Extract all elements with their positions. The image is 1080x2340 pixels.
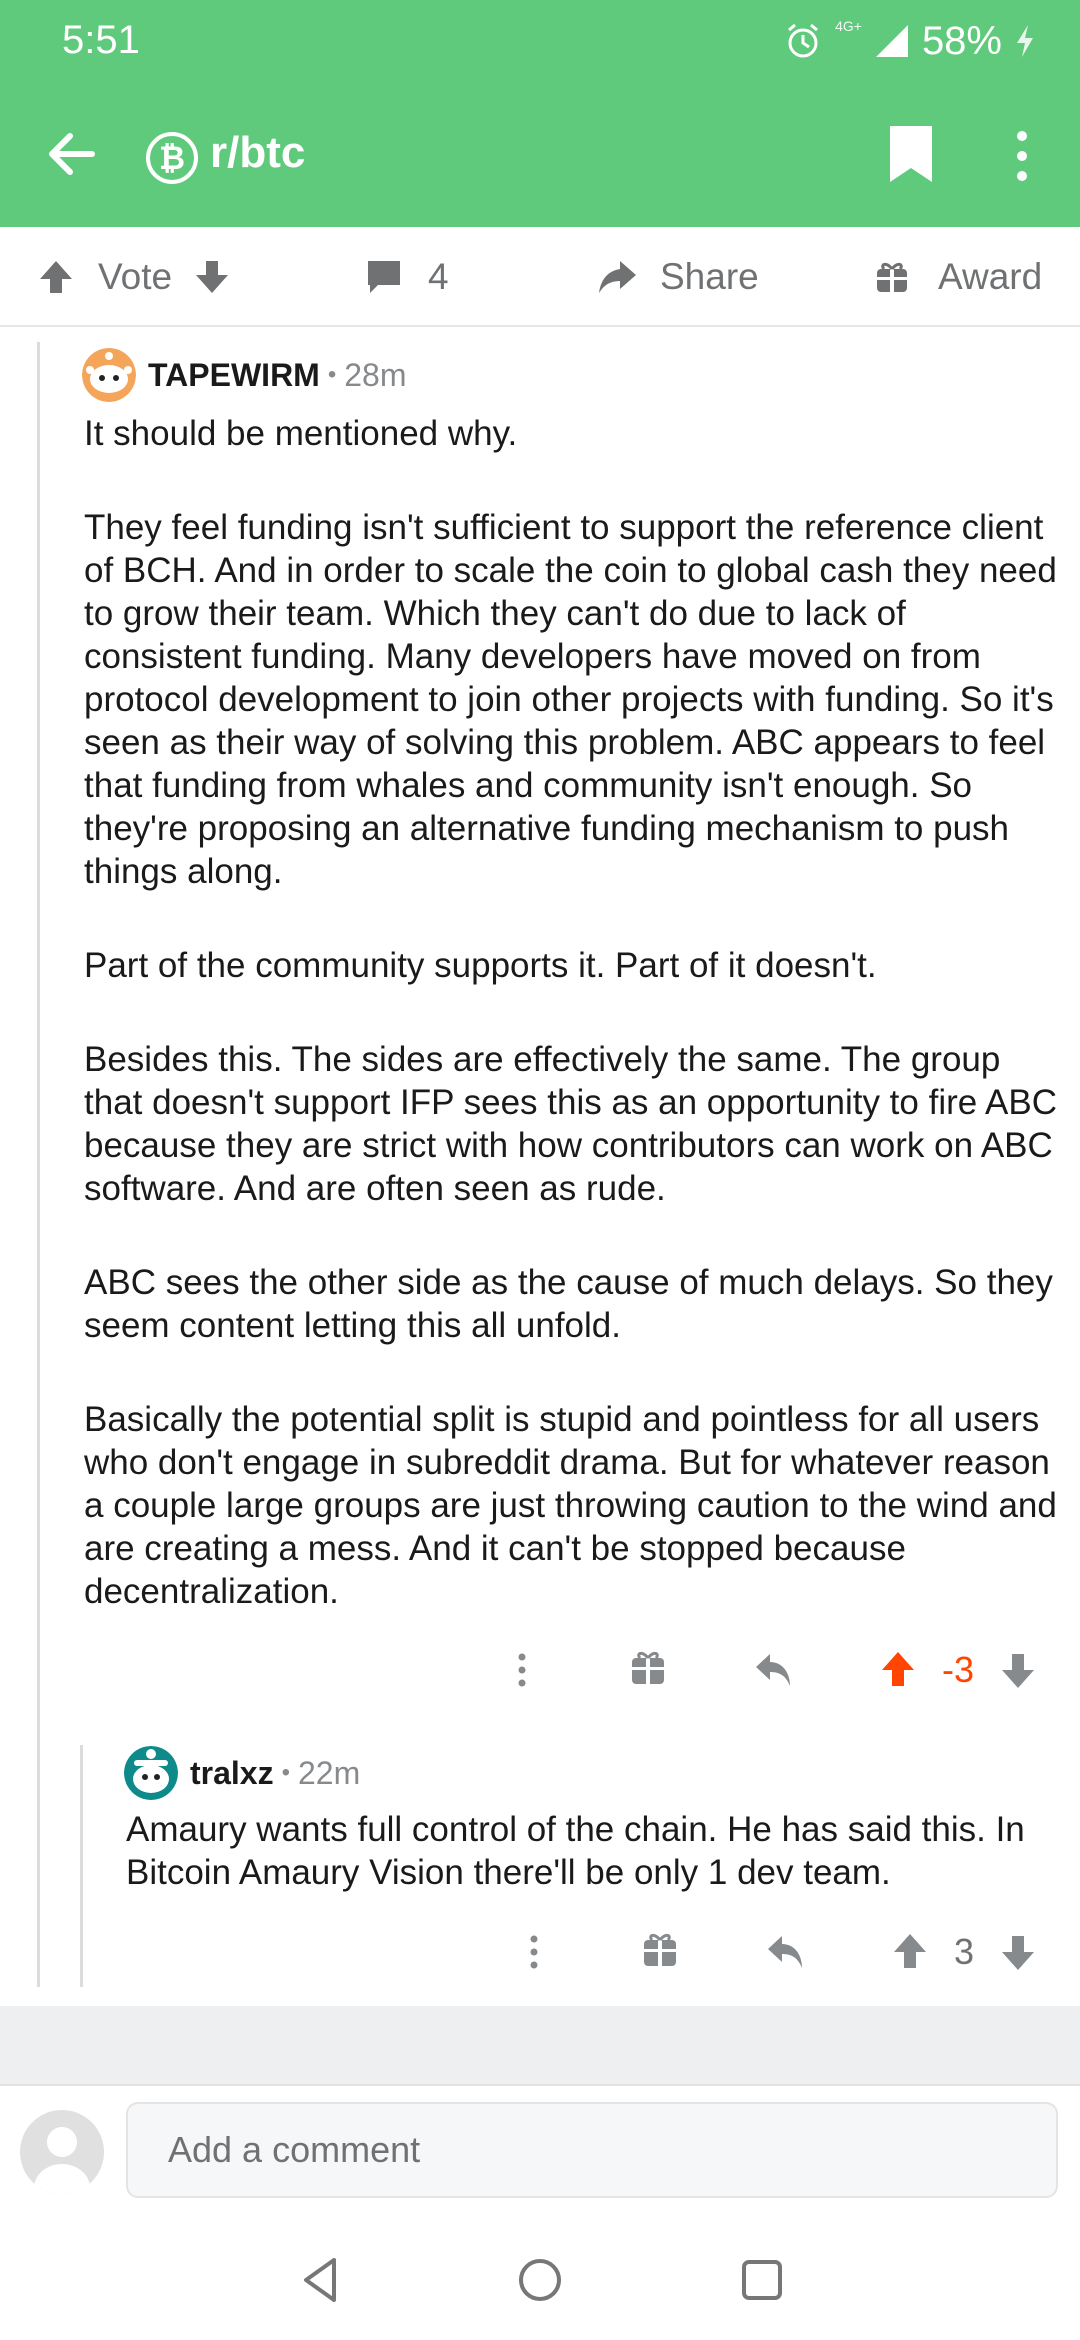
subreddit-name[interactable]: r/btc: [210, 128, 305, 178]
award-button[interactable]: Award: [874, 227, 1042, 327]
comment-body: It should be mentioned why. They feel fu…: [84, 412, 1068, 1613]
comment-count: 4: [428, 256, 449, 297]
comment-paragraph: ABC sees the other side as the cause of …: [84, 1263, 1053, 1345]
comment-paragraph: They feel funding isn't sufficient to su…: [84, 508, 1057, 891]
charging-icon: [1017, 25, 1033, 57]
comment-age: 22m: [298, 1754, 361, 1791]
comment-paragraph: Basically the potential split is stupid …: [84, 1400, 1057, 1611]
user-silhouette-icon: [34, 2127, 90, 2194]
avatar[interactable]: [20, 2110, 104, 2194]
comment-paragraph: Part of the community supports it. Part …: [84, 946, 877, 985]
comment-paragraph: Amaury wants full control of the chain. …: [126, 1810, 1025, 1892]
comment-paragraph: It should be mentioned why.: [84, 414, 518, 453]
reply-icon[interactable]: [752, 1640, 796, 1700]
signal-icon: [875, 25, 908, 57]
meta-separator: •: [281, 1759, 290, 1786]
post-action-bar: Vote 4 Share Award: [0, 227, 1080, 327]
more-options-icon[interactable]: [1000, 124, 1044, 188]
comment-body: Amaury wants full control of the chain. …: [126, 1808, 1070, 1894]
reply-icon[interactable]: [764, 1922, 808, 1982]
gift-icon: [877, 262, 907, 294]
gift-icon[interactable]: [628, 1640, 668, 1700]
back-arrow-icon[interactable]: [40, 122, 104, 186]
nav-back-icon[interactable]: [290, 2248, 354, 2312]
battery-percent: 58%: [921, 18, 1002, 63]
comment-score: 3: [953, 1931, 975, 1972]
add-comment-input[interactable]: Add a comment: [126, 2102, 1058, 2198]
more-options-icon[interactable]: [516, 1922, 552, 1982]
meta-separator: •: [327, 361, 337, 388]
more-options-icon[interactable]: [504, 1640, 540, 1700]
downvote-arrow-icon[interactable]: [998, 1640, 1038, 1700]
share-label: Share: [660, 256, 759, 297]
avatar[interactable]: [124, 1746, 178, 1800]
comments-button[interactable]: 4: [364, 227, 449, 327]
bookmark-icon[interactable]: [886, 124, 936, 184]
comment-controls: -3: [0, 1640, 1080, 1700]
downvote-arrow-icon[interactable]: [192, 257, 232, 297]
system-nav-bar: [0, 2220, 1080, 2340]
downvote-arrow-icon[interactable]: [998, 1922, 1038, 1982]
comment-bubble-icon: [368, 261, 400, 293]
thread-end-spacer: [0, 2006, 1080, 2086]
bitcoin-icon[interactable]: ₿: [146, 132, 198, 184]
vote-label: Vote: [98, 256, 173, 297]
thread-indent-line[interactable]: [37, 342, 40, 1987]
vote-control: Vote: [36, 227, 232, 327]
app-header: 5:51 4G+ 58% ₿ r/btc: [0, 0, 1080, 227]
comment-paragraph: Besides this. The sides are effectively …: [84, 1040, 1057, 1208]
upvote-arrow-icon[interactable]: [878, 1640, 918, 1700]
comment-header: tralxz • 22m: [124, 1746, 360, 1800]
comment-age: 28m: [344, 356, 407, 393]
status-icons: 4G+ 58%: [783, 18, 1036, 64]
share-button[interactable]: Share: [596, 227, 759, 327]
upvote-arrow-icon[interactable]: [36, 257, 76, 297]
avatar[interactable]: [82, 348, 136, 402]
status-time: 5:51: [62, 18, 140, 62]
nav-home-icon[interactable]: [508, 2248, 572, 2312]
nav-recents-icon[interactable]: [730, 2248, 794, 2312]
comment-controls: 3: [0, 1922, 1080, 1982]
comment-header: TAPEWIRM • 28m: [82, 348, 407, 402]
comment-username[interactable]: TAPEWIRM: [148, 357, 320, 394]
comment-username[interactable]: tralxz: [190, 1755, 274, 1792]
comment-score: -3: [941, 1649, 974, 1690]
upvote-arrow-icon[interactable]: [890, 1922, 930, 1982]
gift-icon[interactable]: [640, 1922, 680, 1982]
network-type: 4G+: [835, 18, 862, 34]
share-arrow-icon: [599, 261, 636, 293]
award-label: Award: [938, 256, 1043, 297]
comment-composer: Add a comment: [0, 2088, 1080, 2218]
alarm-icon: [788, 23, 819, 58]
